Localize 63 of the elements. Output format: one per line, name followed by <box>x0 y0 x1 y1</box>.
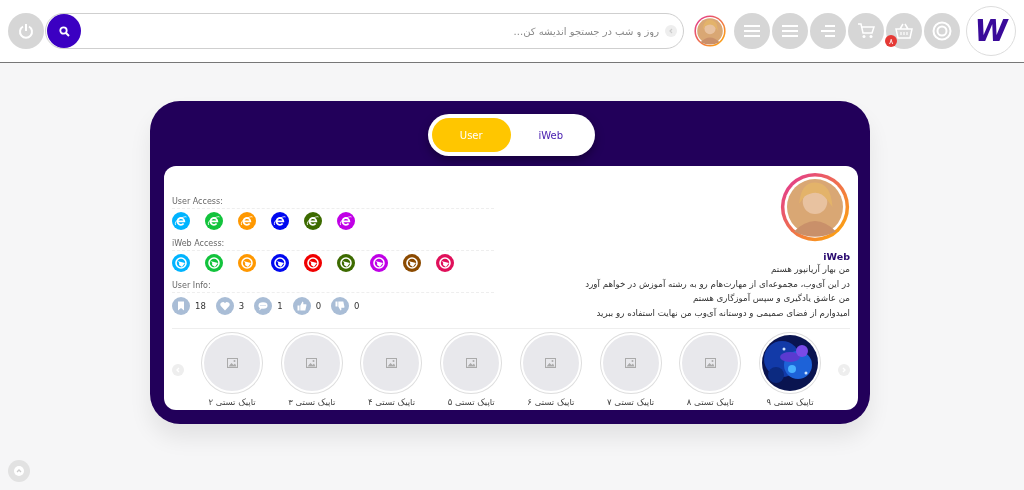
image-icon <box>386 357 397 368</box>
section-label: User Info: <box>172 281 211 290</box>
bio-line: در این آی‌وب، مجموعه‌ای از مهارت‌هام رو به رشته آموزش در خواهم آورد <box>585 277 850 291</box>
topic-thumbnail[interactable] <box>361 332 422 393</box>
image-icon <box>306 357 318 368</box>
topic-thumbnail[interactable] <box>760 332 820 393</box>
stat-count: 18 <box>195 301 206 311</box>
image-icon <box>704 357 716 368</box>
topic-thumbnail[interactable] <box>202 332 263 393</box>
cart-icon <box>857 23 875 39</box>
comment-icon <box>254 297 273 315</box>
topic-label: تاپیک تستی ۲ <box>208 396 256 407</box>
menu-icon <box>743 24 761 38</box>
thumbs-down-icon <box>331 297 350 315</box>
menu-icon <box>781 24 799 38</box>
section-label: iWeb Access: <box>172 239 225 248</box>
topic-thumbnail[interactable] <box>520 332 581 393</box>
image-icon <box>226 357 238 368</box>
avatar <box>694 15 726 47</box>
section-label: User Access: <box>172 197 223 206</box>
target-icon <box>932 21 952 41</box>
bio-line: من عاشق یادگیری و سپس آموزگاری هستم <box>693 292 850 305</box>
topic-thumbnail[interactable] <box>600 332 661 393</box>
topic-thumbnail[interactable] <box>680 332 741 393</box>
image-icon <box>545 357 557 368</box>
stat-count: 1 <box>277 301 283 311</box>
avatar <box>780 172 850 242</box>
cart-button[interactable] <box>848 13 884 49</box>
stat-count: 0 <box>315 301 322 311</box>
profile-name: iWeb <box>823 251 850 262</box>
target-button[interactable] <box>924 13 960 49</box>
topic-label: تاپیک تستی ۳ <box>288 396 336 407</box>
thumbs-up-icon <box>292 297 311 315</box>
topic-label: تاپیک تستی ۸ <box>686 396 734 407</box>
scroll-up-button[interactable] <box>8 460 30 482</box>
topic-label: تاپیک تستی ۴ <box>367 396 416 407</box>
bio-line: امیدوارم از فضای صمیمی و دوستانه آی‌وب من نهایت استفاده رو ببرید <box>596 306 850 320</box>
bio-line: من بهار آریانپور هستم <box>771 263 850 276</box>
image-icon <box>625 357 637 368</box>
align-right-icon <box>820 24 836 38</box>
menu-button[interactable] <box>734 13 770 49</box>
topic-thumbnail[interactable] <box>281 332 342 393</box>
topic-label: تاپیک تستی ۹ <box>766 396 814 407</box>
search-field[interactable]: روز و شب در جستجو اندیشه کن... <box>81 25 665 37</box>
image-icon <box>465 357 477 368</box>
chevron-up-icon <box>14 466 24 476</box>
stat-count: 0 <box>354 301 360 311</box>
align-right-button[interactable] <box>810 13 846 49</box>
topic-label: تاپیک تستی ۷ <box>607 396 655 407</box>
cart-badge: ۸ <box>885 35 897 47</box>
topic-thumbnail[interactable] <box>441 332 502 393</box>
topic-label: تاپیک تستی ۶ <box>527 396 575 407</box>
logo[interactable]: W <box>966 6 1016 56</box>
basket-icon <box>895 23 913 39</box>
menu-button[interactable] <box>772 13 808 49</box>
search-icon <box>58 25 70 37</box>
search-button[interactable] <box>47 14 81 48</box>
power-icon <box>18 23 34 39</box>
basket-button[interactable]: ۸ <box>886 13 922 49</box>
bookmark-icon <box>172 297 190 315</box>
stat-count: 3 <box>238 301 245 311</box>
chevron-left-icon[interactable] <box>665 25 677 37</box>
topic-label: تاپیک تستی ۵ <box>447 396 495 407</box>
